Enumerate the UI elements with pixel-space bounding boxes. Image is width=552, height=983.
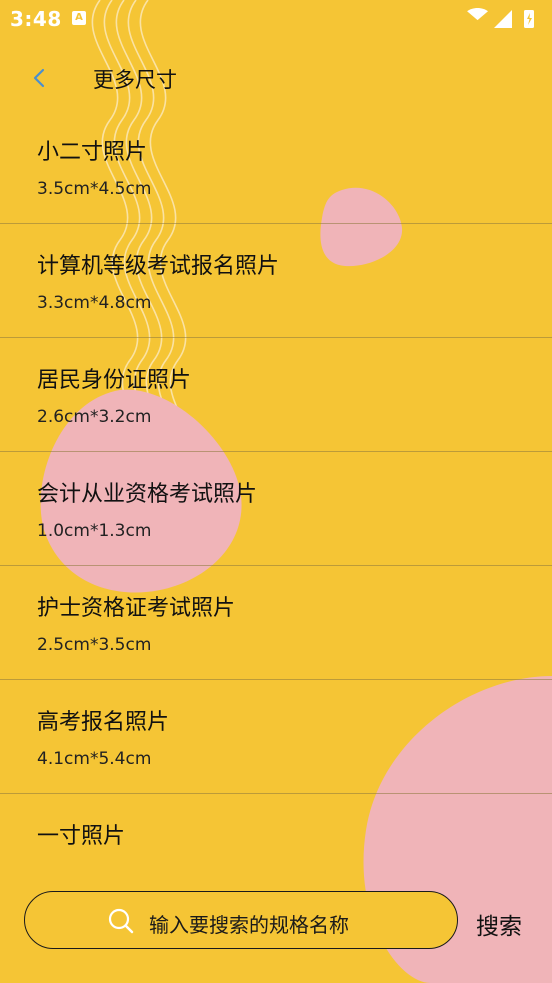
search-icon xyxy=(108,908,134,934)
status-icons xyxy=(466,8,538,30)
back-button[interactable] xyxy=(22,60,58,96)
item-name: 小二寸照片 xyxy=(37,140,148,165)
chevron-left-icon xyxy=(33,68,45,88)
item-size: 2.6cm*3.2cm xyxy=(37,407,152,427)
item-name: 居民身份证照片 xyxy=(37,368,192,393)
item-size: 2.5cm*3.5cm xyxy=(37,635,152,655)
list-item[interactable]: 护士资格证考试照片 2.5cm*3.5cm xyxy=(0,566,552,680)
search-button[interactable]: 搜索 xyxy=(476,907,522,941)
item-size: 3.5cm*4.5cm xyxy=(37,179,152,199)
size-list: 小二寸照片 3.5cm*4.5cm 计算机等级考试报名照片 3.3cm*4.8c… xyxy=(0,110,552,907)
list-item[interactable]: 计算机等级考试报名照片 3.3cm*4.8cm xyxy=(0,224,552,338)
list-item[interactable]: 居民身份证照片 2.6cm*3.2cm xyxy=(0,338,552,452)
list-item[interactable]: 会计从业资格考试照片 1.0cm*1.3cm xyxy=(0,452,552,566)
search-input[interactable]: 输入要搜索的规格名称 xyxy=(24,891,458,949)
page-title: 更多尺寸 xyxy=(93,68,177,92)
item-name: 护士资格证考试照片 xyxy=(37,596,236,621)
item-name: 一寸照片 xyxy=(37,824,126,849)
status-bar: 3:48 A xyxy=(0,0,552,38)
list-item[interactable]: 高考报名照片 4.1cm*5.4cm xyxy=(0,680,552,794)
header: 更多尺寸 xyxy=(0,38,552,120)
item-name: 计算机等级考试报名照片 xyxy=(37,254,280,279)
item-size: 3.3cm*4.8cm xyxy=(37,293,152,313)
wifi-icon xyxy=(467,8,488,21)
list-item[interactable]: 小二寸照片 3.5cm*4.5cm xyxy=(0,110,552,224)
notification-a-icon: A xyxy=(72,11,86,25)
item-size: 1.0cm*1.3cm xyxy=(37,521,152,541)
search-placeholder: 输入要搜索的规格名称 xyxy=(149,913,349,937)
item-name: 高考报名照片 xyxy=(37,710,170,735)
notification-a-glyph: A xyxy=(75,12,83,23)
item-size: 4.1cm*5.4cm xyxy=(37,749,152,769)
item-name: 会计从业资格考试照片 xyxy=(37,482,258,507)
status-time: 3:48 xyxy=(10,7,62,31)
signal-icon xyxy=(494,10,512,28)
search-bar: 输入要搜索的规格名称 搜索 xyxy=(0,880,552,962)
